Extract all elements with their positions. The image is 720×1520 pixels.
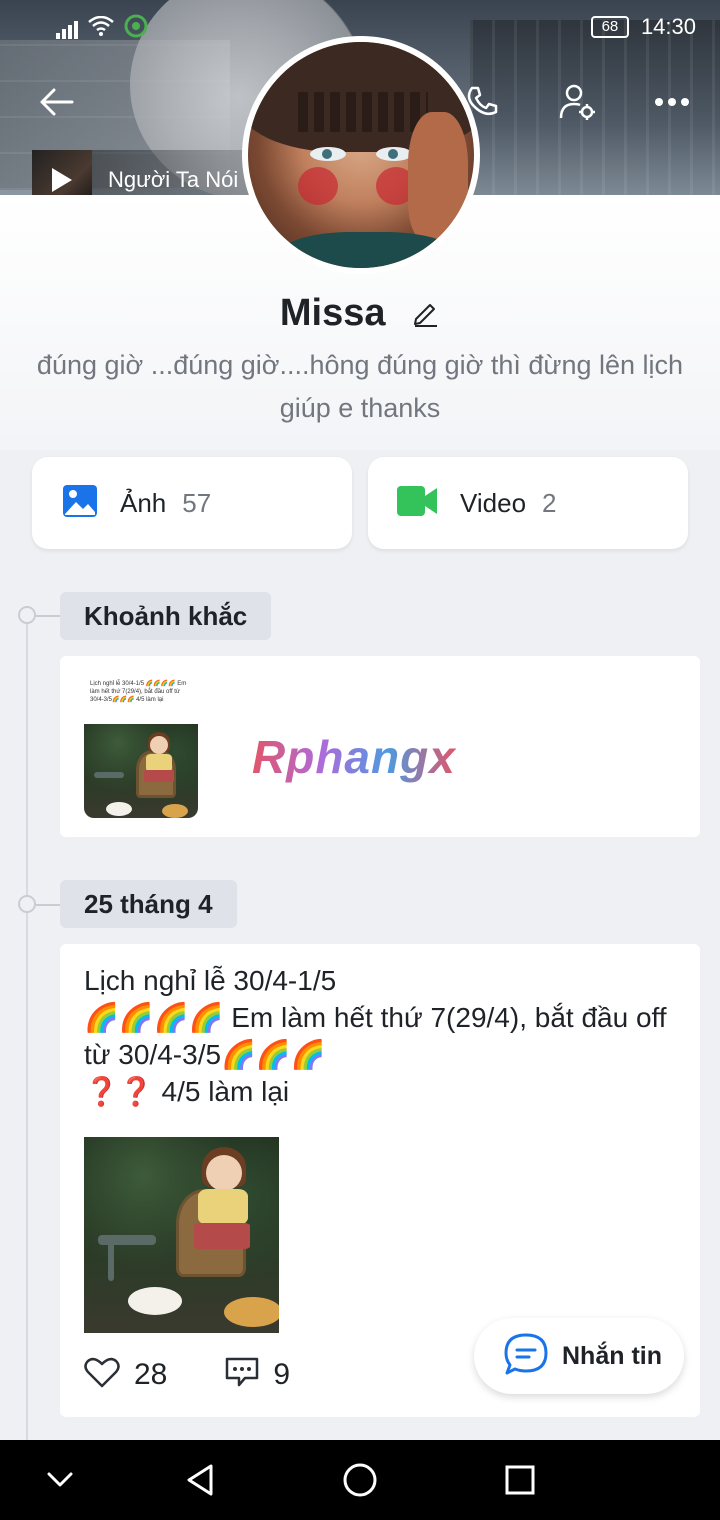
play-icon	[52, 168, 72, 192]
comment-count: 9	[273, 1357, 291, 1391]
recents-square-icon[interactable]	[500, 1460, 540, 1500]
chat-bubble-icon	[502, 1332, 550, 1381]
heart-icon[interactable]	[84, 1356, 120, 1393]
videos-label: Video	[460, 487, 527, 518]
photos-label: Ảnh	[120, 487, 167, 518]
wifi-icon	[88, 15, 114, 42]
music-title: Người Ta Nói	[108, 167, 239, 192]
app-notification-icon	[124, 14, 148, 44]
moment-thumb-caption: Lịch nghỉ lễ 30/4-1/5 🌈🌈🌈🌈 Em làm hết th…	[90, 681, 187, 703]
message-button-label: Nhắn tin	[562, 1341, 662, 1370]
photo-icon	[62, 484, 98, 523]
section-moments-title: Khoảnh khắc	[60, 592, 272, 640]
video-icon	[396, 485, 438, 522]
photos-count: 57	[182, 487, 212, 518]
timeline-dot	[18, 606, 36, 624]
comment-icon[interactable]	[225, 1356, 259, 1393]
signal-icon	[56, 19, 78, 39]
post-image[interactable]	[84, 1137, 279, 1333]
avatar[interactable]	[242, 36, 480, 274]
status-right: 68 14:30	[590, 14, 696, 40]
back-triangle-icon[interactable]	[180, 1460, 220, 1500]
message-button[interactable]: Nhắn tin	[474, 1318, 684, 1394]
watermark-logo: Rphangx	[252, 731, 456, 783]
profile-name-row: Missa	[0, 292, 720, 337]
moment-thumb-image	[84, 724, 198, 818]
battery-icon: 68	[590, 16, 629, 38]
chevron-down-icon[interactable]	[40, 1460, 80, 1500]
status-left	[56, 14, 148, 44]
section-date-title: 25 tháng 4	[60, 880, 237, 928]
home-circle-icon[interactable]	[340, 1460, 380, 1500]
profile-name: Missa	[279, 292, 386, 334]
post-text: Lịch nghỉ lễ 30/4-1/5 🌈🌈🌈🌈 Em làm hết th…	[84, 965, 667, 1107]
back-arrow-icon[interactable]	[32, 78, 80, 126]
videos-card[interactable]: Video 2	[368, 457, 688, 549]
moments-card[interactable]: Lịch nghỉ lễ 30/4-1/5 🌈🌈🌈🌈 Em làm hết th…	[60, 656, 700, 837]
clock: 14:30	[640, 14, 696, 39]
timeline-line	[26, 615, 28, 1445]
photos-card[interactable]: Ảnh 57	[32, 457, 352, 549]
moment-thumbnail[interactable]: Lịch nghỉ lễ 30/4-1/5 🌈🌈🌈🌈 Em làm hết th…	[84, 676, 198, 818]
timeline-dot	[18, 895, 36, 913]
profile-bio: đúng giờ ...đúng giờ....hông đúng giờ th…	[36, 350, 684, 423]
avatar-illustration	[248, 42, 474, 268]
system-nav-bar	[0, 1440, 720, 1520]
videos-count: 2	[542, 487, 557, 518]
more-dots-icon[interactable]	[648, 78, 696, 126]
post-reactions: 28 9	[84, 1356, 290, 1393]
user-settings-icon[interactable]	[554, 78, 602, 126]
like-count: 28	[134, 1357, 168, 1391]
edit-pencil-icon[interactable]	[412, 294, 440, 337]
